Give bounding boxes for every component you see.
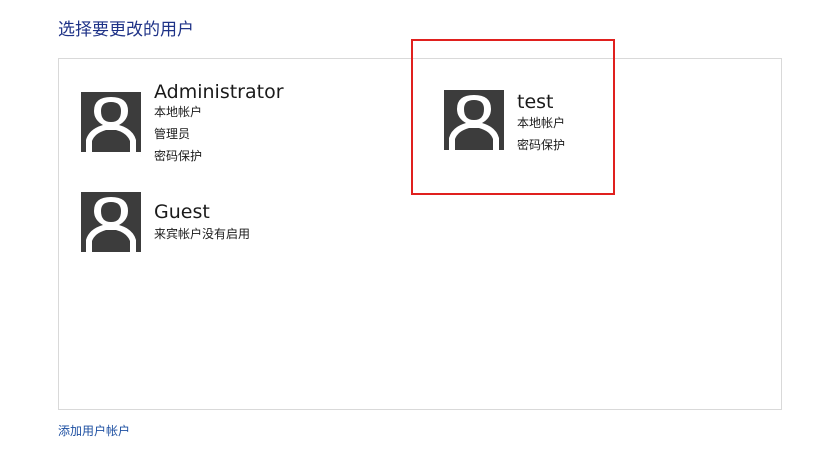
account-name: Administrator [154,81,284,103]
account-role: 管理员 [154,127,191,141]
account-type: 本地帐户 [517,116,566,130]
account-type: 本地帐户 [154,105,203,119]
user-avatar-icon [444,90,504,150]
account-password-status: 密码保护 [154,149,203,163]
account-tile-test[interactable]: test 本地帐户 密码保护 [444,90,604,154]
add-user-account-link[interactable]: 添加用户帐户 [58,422,130,439]
account-name: Guest [154,201,210,223]
account-tile-administrator[interactable]: Administrator 本地帐户 管理员 密码保护 [81,81,301,168]
account-status: 来宾帐户没有启用 [154,227,251,241]
user-avatar-icon [81,92,141,152]
page-title: 选择要更改的用户 [58,20,194,40]
account-password-status: 密码保护 [517,138,566,152]
account-name: test [517,91,554,113]
account-tile-guest[interactable]: Guest 来宾帐户没有启用 [81,192,301,252]
user-accounts-window: 选择要更改的用户 Administrator 本地帐户 管理员 密码保护 tes… [0,0,822,451]
user-avatar-icon [81,192,141,252]
